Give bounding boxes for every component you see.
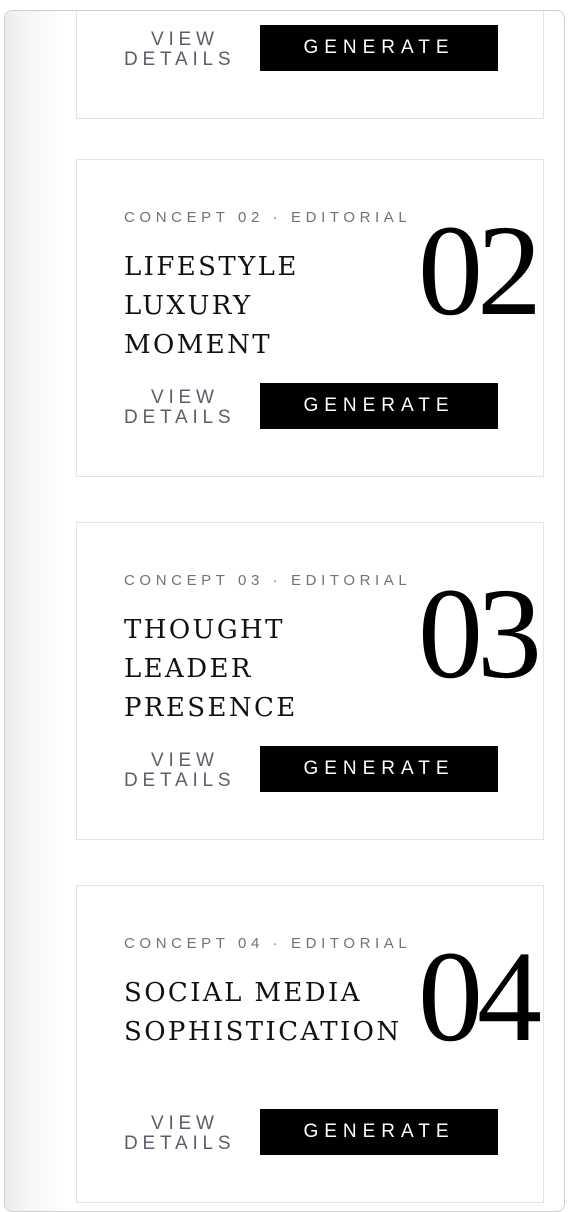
sidebar-shadow bbox=[5, 11, 65, 1211]
concept-title-line1: LIFESTYLE LUXURY bbox=[124, 252, 299, 321]
generate-button[interactable]: GENERATE bbox=[260, 383, 498, 429]
view-details-line2: DETAILS bbox=[124, 49, 236, 70]
concept-title: SOCIAL MEDIA SOPHISTICATION bbox=[124, 974, 424, 1052]
concept-eyebrow: CONCEPT 04 · EDITORIAL bbox=[124, 935, 412, 952]
app-frame: VIEW DETAILS GENERATE CONCEPT 02 · EDITO… bbox=[4, 10, 565, 1212]
view-details-line2: DETAILS bbox=[124, 770, 236, 791]
concept-number: 03 bbox=[418, 562, 542, 706]
concept-title-line2: MOMENT bbox=[124, 330, 273, 360]
view-details-link[interactable]: VIEW DETAILS bbox=[124, 30, 264, 70]
view-details-line2: DETAILS bbox=[124, 407, 236, 428]
view-details-line1: VIEW bbox=[151, 1113, 219, 1134]
concept-title: THOUGHT LEADER PRESENCE bbox=[124, 611, 424, 728]
view-details-link[interactable]: VIEW DETAILS bbox=[124, 751, 264, 791]
view-details-line1: VIEW bbox=[151, 750, 219, 771]
concept-title-line2: SOPHISTICATION bbox=[124, 1017, 402, 1047]
generate-button[interactable]: GENERATE bbox=[260, 746, 498, 792]
concept-title: LIFESTYLE LUXURY MOMENT bbox=[124, 248, 424, 365]
concept-card: CONCEPT 04 · EDITORIAL SOCIAL MEDIA SOPH… bbox=[76, 885, 544, 1203]
concept-eyebrow: CONCEPT 02 · EDITORIAL bbox=[124, 209, 412, 226]
concept-title-line2: PRESENCE bbox=[124, 693, 298, 723]
concept-title-line1: THOUGHT LEADER bbox=[124, 615, 285, 684]
generate-button[interactable]: GENERATE bbox=[260, 1109, 498, 1155]
view-details-link[interactable]: VIEW DETAILS bbox=[124, 1114, 264, 1154]
view-details-line2: DETAILS bbox=[124, 1133, 236, 1154]
generate-button[interactable]: GENERATE bbox=[260, 25, 498, 71]
concept-number: 04 bbox=[418, 925, 542, 1069]
concept-title-line1: SOCIAL MEDIA bbox=[124, 978, 362, 1008]
view-details-link[interactable]: VIEW DETAILS bbox=[124, 388, 264, 428]
concept-number: 02 bbox=[418, 199, 542, 343]
concept-card: CONCEPT 02 · EDITORIAL LIFESTYLE LUXURY … bbox=[76, 159, 544, 477]
concept-card: CONCEPT 03 · EDITORIAL THOUGHT LEADER PR… bbox=[76, 522, 544, 840]
concept-card: VIEW DETAILS GENERATE bbox=[76, 11, 544, 119]
concept-eyebrow: CONCEPT 03 · EDITORIAL bbox=[124, 572, 412, 589]
view-details-line1: VIEW bbox=[151, 387, 219, 408]
view-details-line1: VIEW bbox=[151, 29, 219, 50]
